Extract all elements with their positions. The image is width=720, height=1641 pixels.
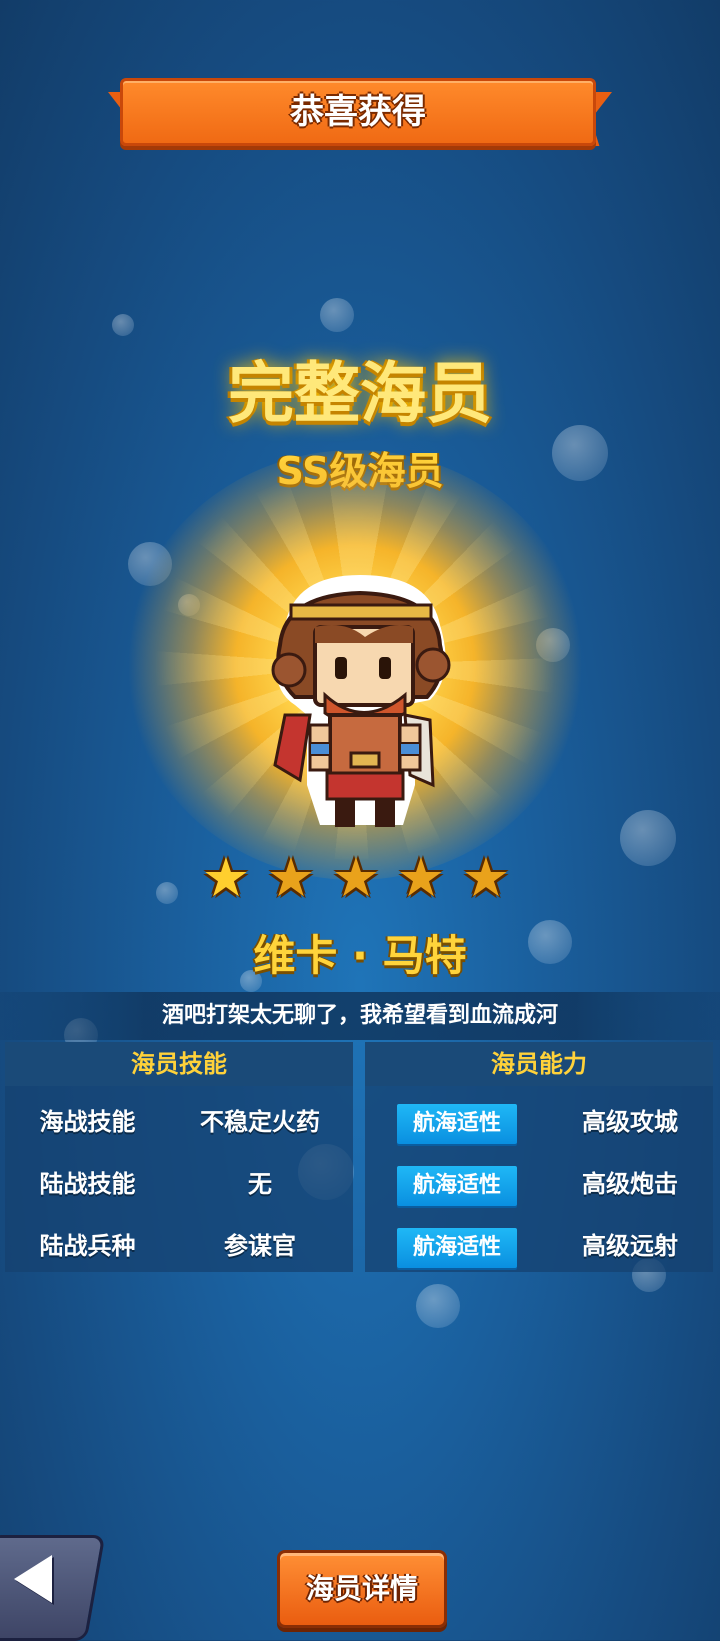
skill-row: 海战技能 不稳定火药 bbox=[5, 1092, 353, 1152]
banner-title: 恭喜获得 bbox=[290, 92, 426, 132]
skill-value: 不稳定火药 bbox=[200, 1108, 320, 1136]
ability-value: 高级攻城 bbox=[582, 1108, 678, 1136]
character-name: 维卡 · 马特 bbox=[253, 931, 467, 980]
ability-badge: 航海适性 bbox=[397, 1104, 517, 1144]
skill-value: 无 bbox=[248, 1170, 272, 1198]
bubble-decoration bbox=[620, 810, 676, 866]
character-quote: 酒吧打架太无聊了，我希望看到血流成河 bbox=[0, 992, 720, 1040]
character-portrait bbox=[271, 575, 451, 827]
reward-title: 完整海员 bbox=[228, 355, 492, 432]
ability-row: 航海适性 高级炮击 bbox=[365, 1154, 713, 1214]
ability-row: 航海适性 高级远射 bbox=[365, 1216, 713, 1276]
skill-row: 陆战技能 无 bbox=[5, 1154, 353, 1214]
skill-label: 陆战技能 bbox=[39, 1170, 136, 1198]
star-icon: ★ bbox=[396, 846, 446, 909]
ability-badge: 航海适性 bbox=[397, 1166, 517, 1206]
bubble-decoration bbox=[112, 314, 134, 336]
ability-value: 高级远射 bbox=[582, 1232, 678, 1260]
bubble-decoration bbox=[156, 882, 178, 904]
ability-badge: 航海适性 bbox=[397, 1228, 517, 1268]
bubble-decoration bbox=[416, 1284, 460, 1328]
star-icon: ★ bbox=[331, 846, 381, 909]
back-arrow-icon[interactable] bbox=[14, 1555, 52, 1603]
crew-detail-button[interactable]: 海员详情 bbox=[277, 1550, 447, 1628]
skills-panel: 海员技能 海战技能 不稳定火药 陆战技能 无 陆战兵种 参谋官 bbox=[5, 1042, 353, 1272]
star-rating: ★ ★ ★ ★ ★ bbox=[198, 850, 528, 910]
bubble-decoration bbox=[320, 298, 354, 332]
skill-label: 陆战兵种 bbox=[39, 1232, 136, 1260]
ability-panel: 海员能力 航海适性 高级攻城 航海适性 高级炮击 航海适性 高级远射 bbox=[365, 1042, 713, 1272]
skill-row: 陆战兵种 参谋官 bbox=[5, 1216, 353, 1276]
star-icon: ★ bbox=[461, 846, 511, 909]
ability-row: 航海适性 高级攻城 bbox=[365, 1092, 713, 1152]
ability-value: 高级炮击 bbox=[582, 1170, 678, 1198]
ability-panel-header: 海员能力 bbox=[365, 1042, 713, 1086]
star-icon: ★ bbox=[201, 846, 251, 909]
skill-label: 海战技能 bbox=[39, 1108, 136, 1136]
skill-value: 参谋官 bbox=[224, 1232, 296, 1260]
skills-panel-header: 海员技能 bbox=[5, 1042, 353, 1086]
star-icon: ★ bbox=[266, 846, 316, 909]
